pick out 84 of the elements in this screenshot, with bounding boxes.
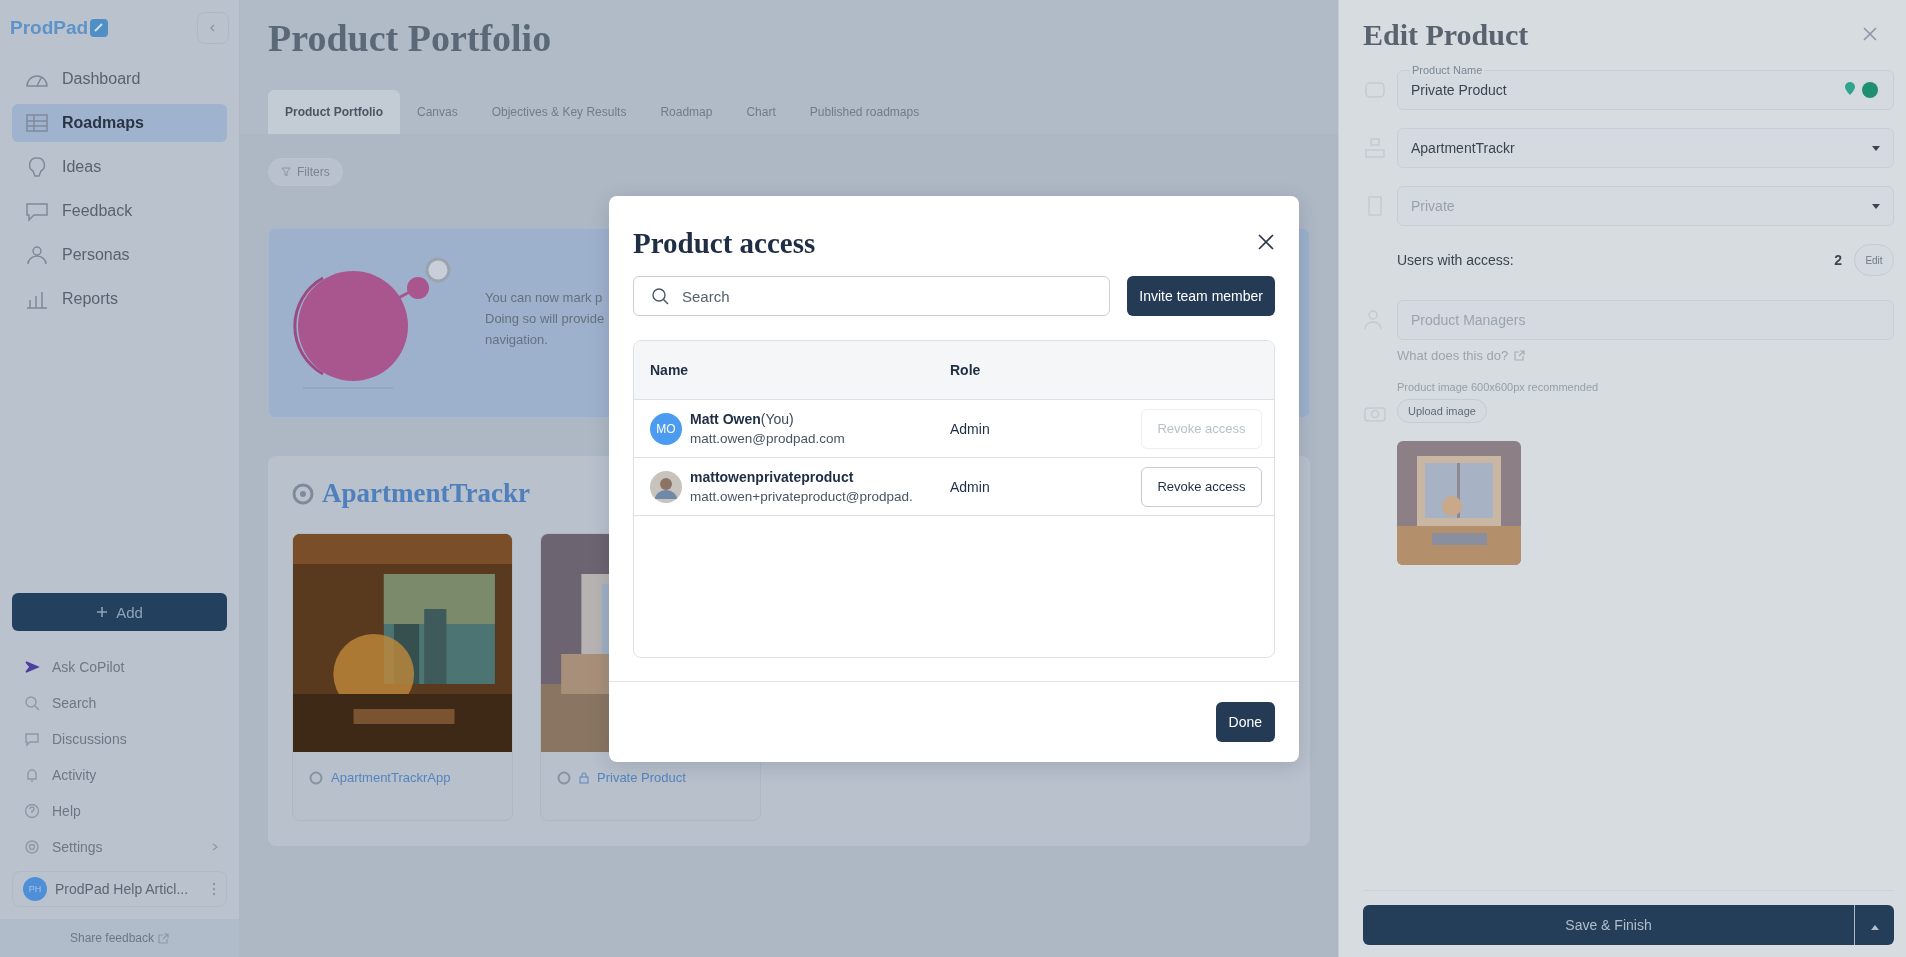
dialog-title: Product access [633, 226, 816, 260]
portfolio-select[interactable]: ApartmentTrackr [1397, 128, 1894, 168]
page-title: Product Portfolio [268, 16, 553, 61]
external-link-icon [158, 932, 170, 944]
caret-icon [1870, 923, 1879, 930]
add-button[interactable]: Add [12, 593, 227, 631]
plus-icon [96, 606, 109, 618]
nav-item[interactable]: Feedback [12, 192, 227, 230]
tab[interactable]: Objectives & Key Results [474, 90, 644, 134]
filters-button[interactable]: Filters [268, 158, 343, 186]
nav-item[interactable]: Roadmaps [12, 104, 227, 142]
tab[interactable]: Product Portfolio [268, 90, 400, 134]
sidebar-link[interactable]: Activity [16, 757, 227, 793]
chevron-right-icon [211, 843, 219, 851]
help-icon [24, 803, 40, 819]
user-email: matt.owen+privateproduct@prodpad. [690, 489, 913, 504]
panel-title: Edit Product [1363, 18, 1529, 52]
logo[interactable]: ProdPad [10, 17, 89, 39]
external-link-icon [1514, 350, 1526, 361]
user-name: Matt Owen(You) [690, 411, 795, 427]
product-card[interactable]: ApartmentTrackrApp [292, 533, 513, 821]
share-feedback-link[interactable]: Share feedback [63, 930, 176, 946]
product-name[interactable]: Private Product [597, 770, 686, 785]
save-finish-button[interactable]: Save & Finish [1363, 905, 1854, 945]
done-button[interactable]: Done [1215, 702, 1275, 742]
search-icon [651, 287, 669, 305]
users-label: Users with access: [1397, 252, 1515, 268]
portfolio-icon [292, 482, 314, 505]
banner-text: Doing so will provide [485, 310, 605, 326]
grid-icon [24, 112, 50, 134]
close-icon [1862, 25, 1878, 42]
lock-icon [579, 771, 589, 784]
info-link[interactable]: What does this do? [1397, 348, 1526, 363]
image-hint: Product image 600x600px recommended [1397, 381, 1599, 393]
user-name: mattowenprivateproduct [690, 469, 855, 485]
team-field[interactable]: Product Managers [1397, 300, 1894, 340]
caret-icon [1872, 203, 1880, 209]
role-text: Admin [950, 420, 991, 437]
column-header: Name [650, 362, 690, 378]
close-icon [1257, 232, 1275, 251]
sidebar-link[interactable]: Settings [16, 829, 227, 865]
role-text: Admin [950, 478, 991, 495]
filter-icon [281, 167, 291, 177]
bell-icon [24, 767, 40, 783]
sidebar-link[interactable]: Ask CoPilot [16, 649, 227, 685]
tab[interactable]: Roadmap [643, 90, 730, 134]
caret-icon [1872, 145, 1880, 151]
tab[interactable]: Canvas [400, 90, 475, 134]
nav-item[interactable]: Personas [12, 236, 227, 274]
tab[interactable]: Published roadmaps [792, 90, 937, 134]
banner-text: You can now mark p [485, 289, 604, 305]
user-email: matt.owen@prodpad.com [690, 431, 845, 446]
search-field[interactable]: Search [633, 276, 1111, 316]
chat-icon [24, 200, 50, 222]
nav-item[interactable]: Ideas [12, 148, 227, 186]
search-icon [24, 695, 40, 711]
banner-text: navigation. [485, 331, 549, 347]
more-icon [212, 882, 216, 896]
copilot-icon [24, 659, 40, 675]
chat-icon [24, 731, 40, 747]
product-icon [309, 770, 323, 785]
avatar: MO [650, 412, 682, 445]
save-options-button[interactable] [1854, 905, 1894, 945]
sidebar-link[interactable]: Search [16, 685, 227, 721]
upload-button[interactable]: Upload image [1397, 399, 1487, 423]
logo-icon [90, 19, 109, 37]
users-count: 2 [1834, 252, 1842, 268]
invite-button[interactable]: Invite team member [1127, 276, 1275, 316]
tab[interactable]: Chart [729, 90, 793, 134]
revoke-access-button[interactable]: Revoke access [1141, 466, 1262, 507]
settings-icon [24, 839, 40, 855]
persona-icon [24, 244, 50, 266]
portfolio-title[interactable]: ApartmentTrackr [322, 478, 530, 509]
product-icon [557, 770, 571, 785]
nav-item[interactable]: Dashboard [12, 60, 227, 98]
product-name[interactable]: ApartmentTrackrApp [331, 770, 451, 785]
column-header: Role [950, 362, 982, 378]
edit-button[interactable]: Edit [1854, 244, 1894, 276]
sidebar-link[interactable]: Discussions [16, 721, 227, 757]
avatar: PH [23, 877, 47, 901]
sidebar-link[interactable]: Help [16, 793, 227, 829]
avatar [650, 470, 682, 503]
workspace-switcher[interactable]: PH ProdPad Help Articl... [12, 871, 227, 907]
nav-item[interactable]: Reports [12, 280, 227, 318]
